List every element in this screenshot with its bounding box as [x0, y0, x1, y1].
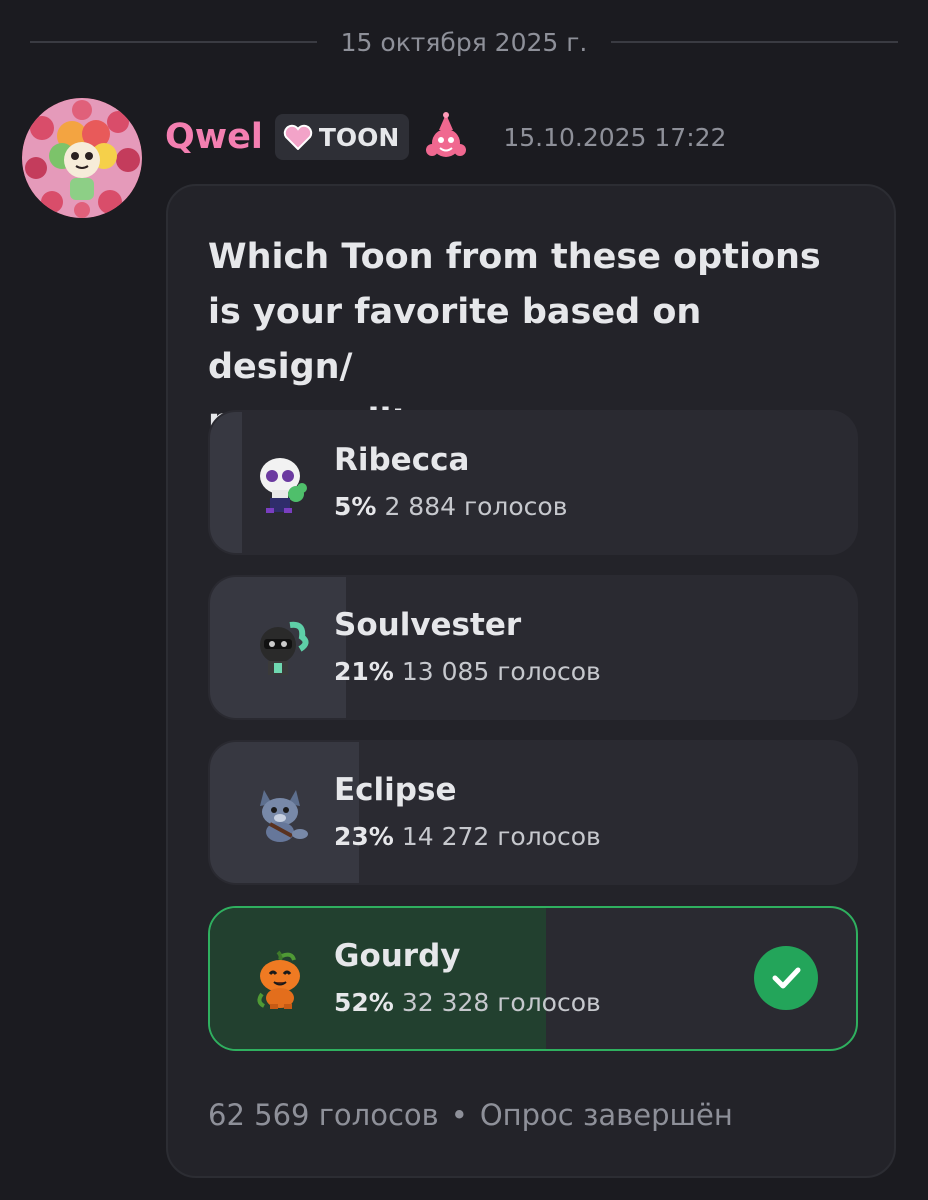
poll-option-soulvester[interactable]: Soulvester 21% 13 085 голосов	[208, 575, 858, 720]
eclipse-wolf-icon	[260, 790, 308, 842]
poll-option-votes: 32 328 голосов	[401, 988, 601, 1017]
poll-option-name: Soulvester	[334, 607, 522, 643]
poll-footer: 62 569 голосов • Опрос завершён	[208, 1098, 733, 1132]
poll-option-percent: 21%	[334, 657, 394, 686]
server-tag-text: TOON	[318, 122, 400, 152]
poll-total-votes: 62 569 голосов	[208, 1098, 439, 1132]
checkmark-icon	[754, 946, 818, 1010]
divider-line-left	[30, 41, 317, 43]
poll-option-name: Gourdy	[334, 938, 461, 974]
pink-heart-icon	[283, 124, 313, 150]
poll-option-bar	[210, 412, 243, 553]
poll-option-votes: 13 085 голосов	[401, 657, 601, 686]
poll-option-stats: 23% 14 272 голосов	[334, 822, 601, 851]
message-header: Qwel TOON 15.10.2025 17:22	[165, 112, 726, 162]
poll-option-percent: 52%	[334, 988, 394, 1017]
poll-option-ribecca[interactable]: Ribecca 5% 2 884 голосов	[208, 410, 858, 555]
poll-option-percent: 23%	[334, 822, 394, 851]
poll-option-name: Eclipse	[334, 772, 457, 808]
username[interactable]: Qwel	[165, 117, 263, 157]
poll-option-stats: 52% 32 328 голосов	[334, 988, 601, 1017]
poll-option-eclipse[interactable]: Eclipse 23% 14 272 голосов	[208, 740, 858, 885]
avatar[interactable]	[22, 98, 142, 218]
poll-option-votes: 2 884 голосов	[384, 492, 568, 521]
ribecca-skull-icon	[260, 458, 307, 513]
date-divider: 15 октября 2025 г.	[30, 22, 898, 62]
gourdy-pumpkin-icon	[257, 950, 300, 1009]
poll-status: Опрос завершён	[479, 1098, 733, 1132]
soulvester-icon	[260, 621, 309, 675]
pink-clown-icon	[426, 112, 467, 157]
poll-option-stats: 5% 2 884 голосов	[334, 492, 567, 521]
flower-avatar-icon	[22, 98, 142, 218]
poll-option-name: Ribecca	[334, 442, 470, 478]
server-tag[interactable]: TOON	[274, 114, 410, 160]
divider-date: 15 октября 2025 г.	[340, 27, 588, 57]
poll-footer-separator: •	[450, 1098, 468, 1132]
poll-option-gourdy[interactable]: Gourdy 52% 32 328 голосов	[208, 906, 858, 1051]
poll-card: Which Toon from these options is your fa…	[166, 184, 896, 1178]
message-timestamp: 15.10.2025 17:22	[503, 122, 727, 152]
poll-option-stats: 21% 13 085 голосов	[334, 657, 601, 686]
poll-option-votes: 14 272 голосов	[401, 822, 601, 851]
divider-line-right	[611, 41, 898, 43]
discord-message-view: 15 октября 2025 г. Qwel TOON 15.10.2025 …	[0, 0, 928, 1200]
poll-option-percent: 5%	[334, 492, 377, 521]
